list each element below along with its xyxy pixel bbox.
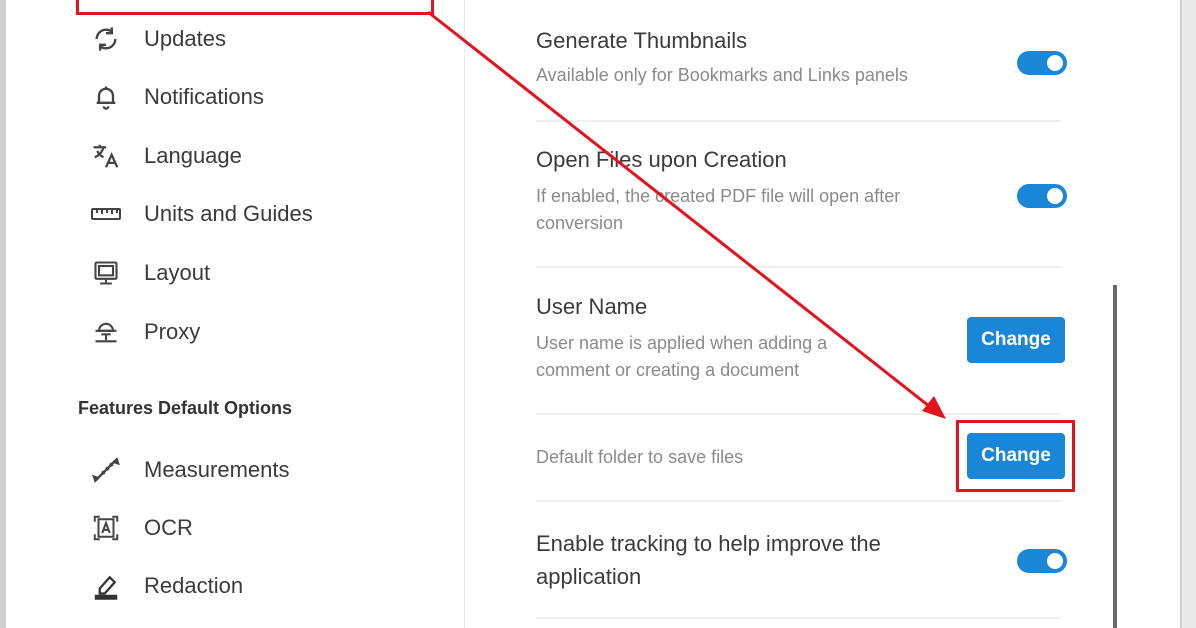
- sidebar-item-notifications[interactable]: Notifications: [90, 77, 264, 117]
- toggle-knob: [1047, 553, 1063, 569]
- sidebar-item-label: Units and Guides: [144, 201, 313, 226]
- setting-generate-thumbnails: Generate Thumbnails Available only for B…: [536, 28, 1061, 89]
- sidebar-item-label: Notifications: [144, 84, 264, 109]
- ruler-icon: [90, 198, 122, 230]
- user-name-change-button[interactable]: Change: [967, 317, 1065, 363]
- highlight-box-sidebar: [76, 0, 434, 15]
- redaction-icon: [90, 570, 122, 602]
- sidebar-item-proxy[interactable]: Proxy: [90, 312, 200, 352]
- open-files-toggle[interactable]: [1017, 184, 1067, 208]
- ocr-icon: [90, 512, 122, 544]
- setting-description: If enabled, the created PDF file will op…: [536, 186, 901, 206]
- setting-title: application: [536, 564, 642, 589]
- setting-description: conversion: [536, 213, 624, 233]
- divider: [536, 266, 1061, 268]
- sidebar-item-units-and-guides[interactable]: Units and Guides: [90, 194, 313, 234]
- divider: [536, 120, 1061, 122]
- sidebar-item-label: Redaction: [144, 573, 244, 598]
- setting-enable-tracking: Enable tracking to help improve the appl…: [536, 527, 1061, 593]
- sidebar-item-redaction[interactable]: Redaction: [90, 566, 243, 606]
- toggle-knob: [1047, 55, 1063, 71]
- sidebar: Updates Notifications Language Units and…: [6, 0, 465, 628]
- measure-icon: [90, 454, 122, 486]
- sidebar-item-measurements[interactable]: Measurements: [90, 450, 290, 490]
- generate-thumbnails-toggle[interactable]: [1017, 51, 1067, 75]
- setting-title: Open Files upon Creation: [536, 147, 787, 172]
- bell-icon: [90, 81, 122, 113]
- sidebar-item-label: OCR: [144, 515, 193, 540]
- layout-icon: [90, 257, 122, 289]
- sidebar-item-label: Proxy: [144, 319, 201, 344]
- divider: [536, 500, 1061, 502]
- enable-tracking-toggle[interactable]: [1017, 549, 1067, 573]
- sidebar-item-label: Layout: [144, 260, 211, 285]
- features-section-heading: Features Default Options: [78, 398, 293, 418]
- translate-icon: [90, 140, 122, 172]
- sidebar-item-label: Updates: [144, 26, 226, 51]
- sidebar-item-label: Measurements: [144, 457, 290, 482]
- divider: [536, 413, 1061, 415]
- settings-panel: Generate Thumbnails Available only for B…: [466, 0, 1116, 628]
- sidebar-item-updates[interactable]: Updates: [90, 19, 226, 59]
- setting-open-files: Open Files upon Creation If enabled, the…: [536, 147, 1061, 237]
- divider: [536, 617, 1061, 619]
- sidebar-item-label: Language: [144, 143, 242, 168]
- toggle-knob: [1047, 188, 1063, 204]
- setting-description: Available only for Bookmarks and Links p…: [536, 65, 908, 85]
- vertical-scrollbar[interactable]: [1113, 285, 1117, 628]
- setting-title: Enable tracking to help improve the: [536, 531, 881, 556]
- window-frame-right: [1180, 0, 1196, 628]
- sidebar-item-layout[interactable]: Layout: [90, 253, 210, 293]
- refresh-icon: [90, 23, 122, 55]
- highlight-box-change-button: [956, 420, 1075, 492]
- setting-title: Generate Thumbnails: [536, 28, 748, 53]
- sidebar-item-language[interactable]: Language: [90, 136, 242, 176]
- sidebar-item-ocr[interactable]: OCR: [90, 508, 193, 548]
- proxy-icon: [90, 316, 122, 348]
